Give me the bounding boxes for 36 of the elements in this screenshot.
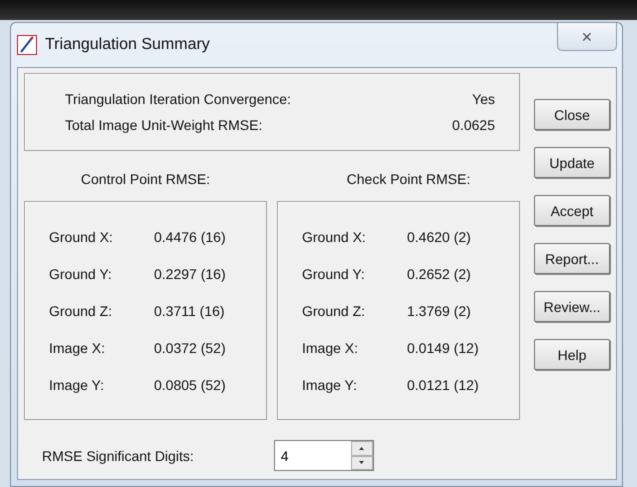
rmse-value: 1.3769 (2) <box>407 302 472 318</box>
rmse-label: Ground Z: <box>302 302 366 318</box>
dialog-button[interactable]: Help <box>534 339 610 370</box>
rmse-value: 0.0149 (12) <box>407 340 480 356</box>
window-title: Triangulation Summary <box>45 36 210 54</box>
summary-label: Total Image Unit-Weight RMSE: <box>65 117 264 133</box>
close-button[interactable]: ✕ <box>557 23 617 51</box>
digits-label: RMSE Significant Digits: <box>42 448 194 464</box>
rmse-value: 0.0372 (52) <box>154 340 227 356</box>
rmse-value: 0.4476 (16) <box>154 228 227 244</box>
rmse-label: Ground Y: <box>302 266 366 282</box>
rmse-value: 0.3711 (16) <box>154 302 226 318</box>
dialog-button[interactable]: Review... <box>534 291 610 322</box>
rmse-value: 0.0121 (12) <box>407 376 480 392</box>
summary-value: 0.0625 <box>452 117 495 133</box>
dialog-button[interactable]: Report... <box>534 243 610 274</box>
summary-label: Triangulation Iteration Convergence: <box>65 91 292 107</box>
rmse-label: Ground X: <box>49 228 114 244</box>
rmse-label: Image Y: <box>49 376 106 392</box>
rmse-label: Image X: <box>302 340 360 356</box>
app-icon <box>17 35 37 55</box>
rmse-value: 0.2297 (16) <box>154 266 227 282</box>
group-heading: Check Point RMSE: <box>346 171 470 189</box>
rmse-label: Image Y: <box>302 376 358 392</box>
rmse-label: Ground Z: <box>49 302 114 318</box>
summary-value: Yes <box>472 91 495 107</box>
rmse-label: Ground Y: <box>49 266 113 282</box>
rmse-label: Ground X: <box>302 228 367 244</box>
dialog-button[interactable]: Update <box>534 147 610 178</box>
rmse-label: Image X: <box>49 340 106 356</box>
group-heading: Control Point RMSE: <box>80 171 210 189</box>
dialog-button[interactable]: Close <box>534 99 610 130</box>
rmse-value: 0.2652 (2) <box>407 266 472 282</box>
rmse-value: 0.4620 (2) <box>407 228 472 244</box>
rmse-value: 0.0805 (52) <box>154 376 227 392</box>
dialog-button[interactable]: Accept <box>534 195 610 226</box>
